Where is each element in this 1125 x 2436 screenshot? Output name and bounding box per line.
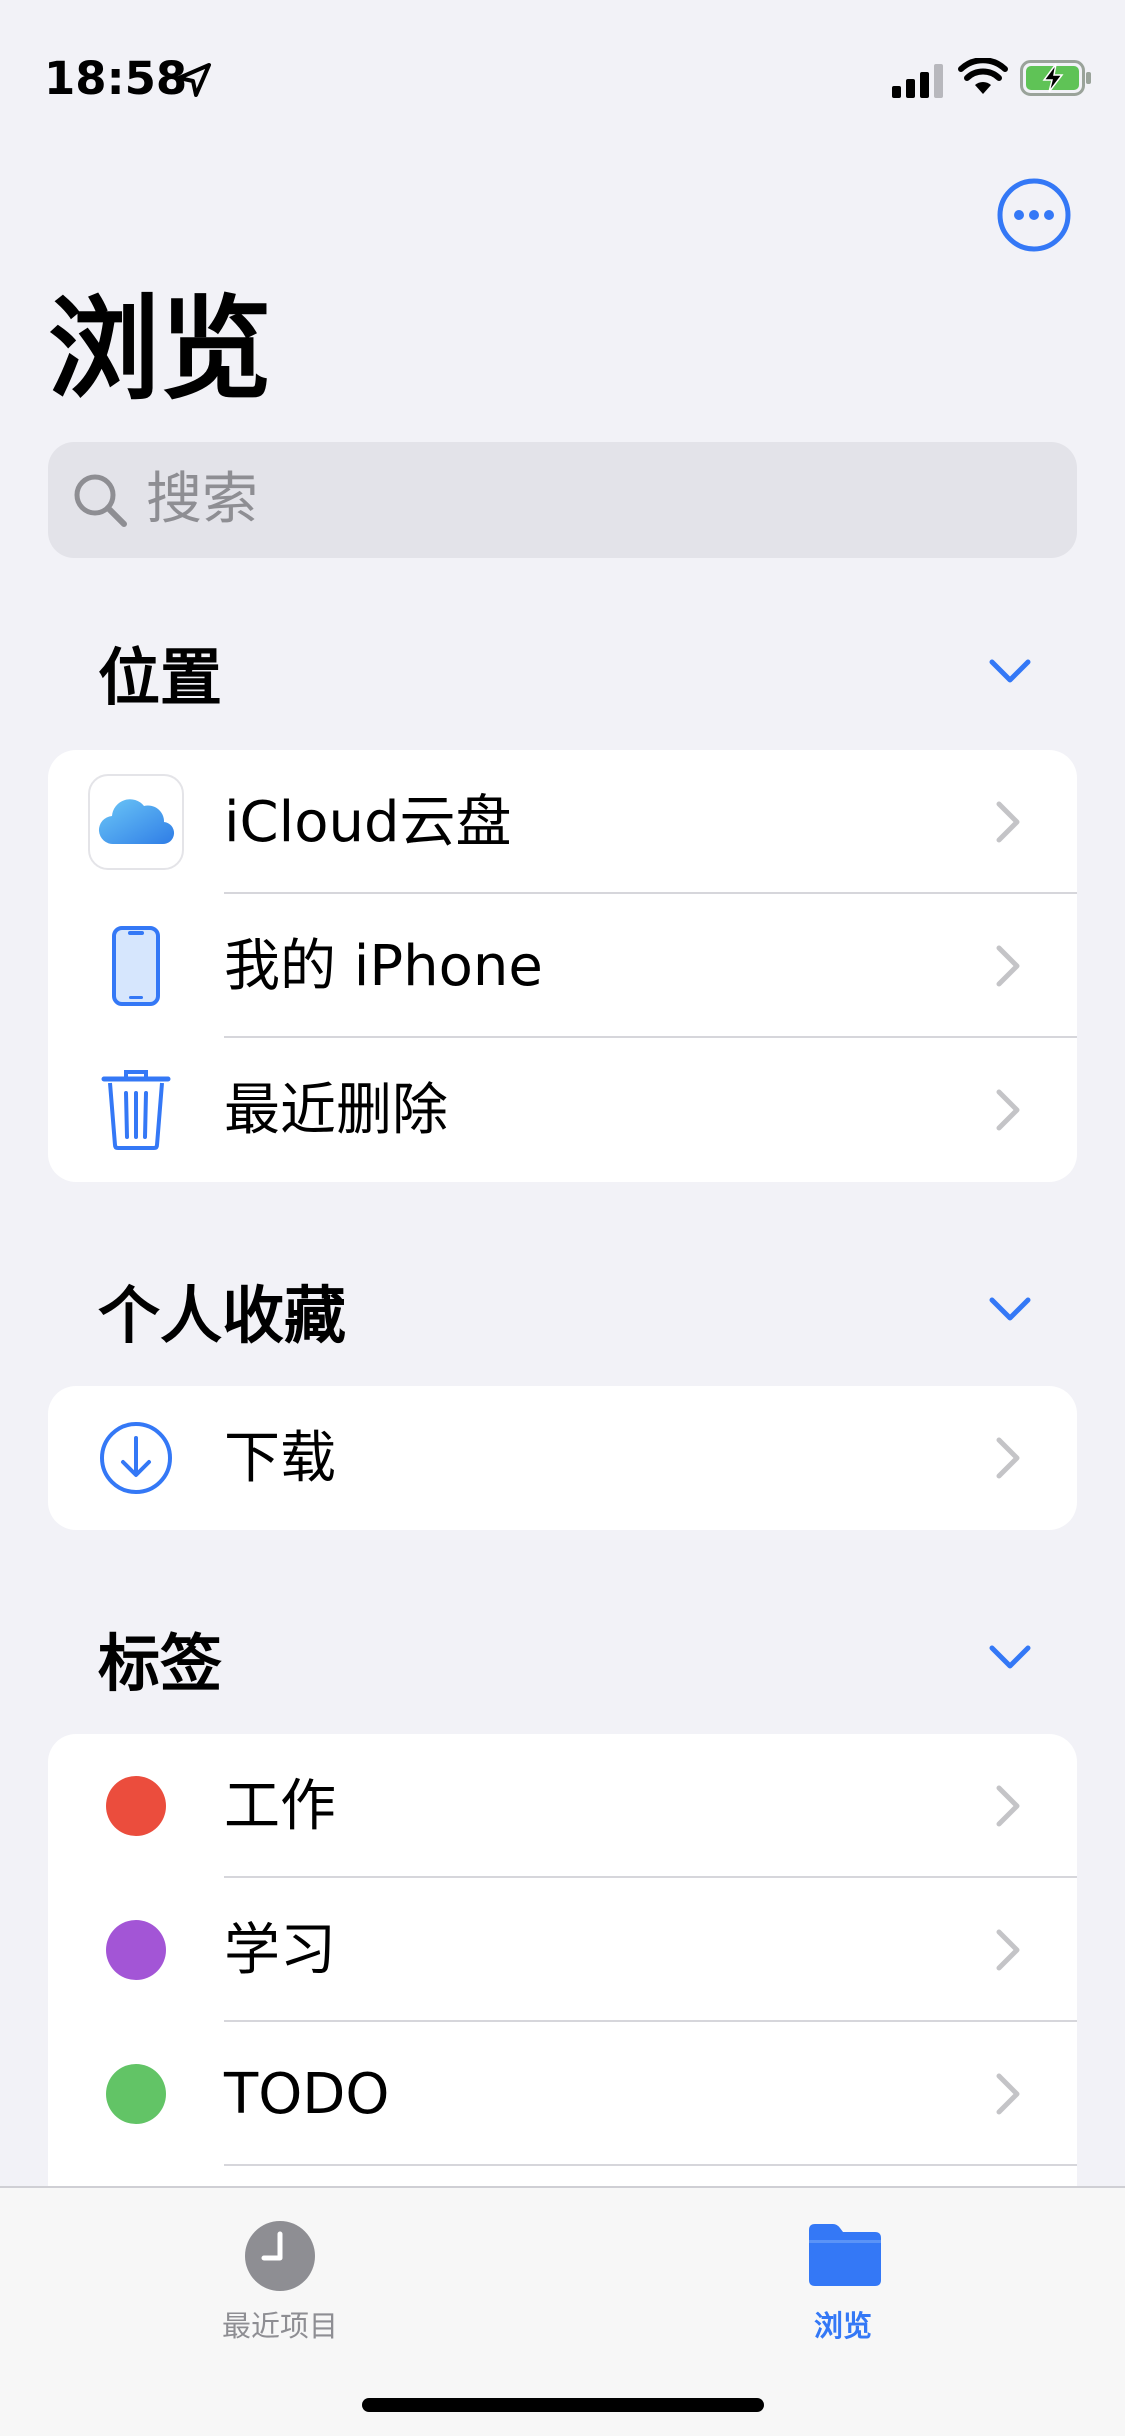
ellipsis-circle-icon: [997, 178, 1071, 252]
section-header-favorites[interactable]: 个人收藏: [48, 1270, 1077, 1360]
chevron-down-icon: [989, 1645, 1031, 1669]
folder-icon: [809, 2224, 881, 2286]
tab-label-recents: 最近项目: [221, 2309, 338, 2343]
tag-color-dot-work: [106, 1776, 166, 1836]
chevron-right-icon: [996, 801, 1020, 843]
favorites-list: 下载: [48, 1386, 1077, 1530]
tag-item-study[interactable]: 学习: [48, 1878, 1077, 2022]
tag-label-work: 工作: [224, 1774, 336, 1839]
status-time: 18:58: [44, 52, 188, 105]
location-label-icloud: iCloud云盘: [224, 790, 512, 855]
favorite-item-downloads[interactable]: 下载: [48, 1386, 1077, 1530]
more-options-button[interactable]: [996, 177, 1072, 253]
chevron-down-icon: [989, 1297, 1031, 1321]
chevron-right-icon: [996, 1785, 1020, 1827]
tag-color-dot-todo: [106, 2064, 166, 2124]
chevron-right-icon: [996, 1929, 1020, 1971]
clock-icon: [245, 2221, 315, 2291]
download-icon: [88, 1410, 184, 1506]
locations-list: iCloud云盘 我的 iPhone 最近删除: [48, 750, 1077, 1182]
tab-browse[interactable]: 浏览: [693, 2208, 993, 2348]
section-title-favorites: 个人收藏: [98, 1279, 347, 1352]
tag-color-cell: [88, 1902, 184, 1998]
location-arrow-icon: [177, 63, 211, 97]
location-item-icloud[interactable]: iCloud云盘: [48, 750, 1077, 894]
divider: [224, 2164, 1077, 2166]
chevron-right-icon: [996, 1089, 1020, 1131]
search-icon: [74, 474, 127, 527]
location-item-iphone[interactable]: 我的 iPhone: [48, 894, 1077, 1038]
iphone-icon: [88, 918, 184, 1014]
chevron-right-icon: [996, 2073, 1020, 2115]
tag-label-study: 学习: [224, 1918, 336, 1983]
tag-color-cell: [88, 1758, 184, 1854]
tab-recents[interactable]: 最近项目: [130, 2208, 430, 2348]
wifi-icon: [958, 58, 1008, 94]
battery-charging-icon: [1020, 60, 1091, 96]
tab-label-browse: 浏览: [813, 2309, 872, 2343]
files-app-screen: 18:58 浏览 搜索 位置 iCloud云盘 我的 iPhone 最近删除 个…: [0, 0, 1125, 2436]
chevron-right-icon: [996, 1437, 1020, 1479]
tag-color-dot-study: [106, 1920, 166, 1980]
page-title: 浏览: [48, 285, 272, 415]
tag-item-work[interactable]: 工作: [48, 1734, 1077, 1878]
chevron-right-icon: [996, 945, 1020, 987]
search-field[interactable]: 搜索: [48, 442, 1077, 558]
cellular-signal-icon: [892, 64, 943, 98]
tag-label-todo: TODO: [224, 2062, 390, 2127]
section-title-locations: 位置: [98, 641, 223, 714]
home-indicator: [362, 2398, 764, 2412]
favorite-label-downloads: 下载: [224, 1426, 336, 1491]
icloud-icon: [88, 774, 184, 870]
location-item-recently-deleted[interactable]: 最近删除: [48, 1038, 1077, 1182]
trash-icon: [88, 1062, 184, 1158]
location-label-iphone: 我的 iPhone: [224, 934, 543, 999]
tag-item-todo[interactable]: TODO: [48, 2022, 1077, 2166]
section-title-tags: 标签: [98, 1627, 223, 1700]
section-header-locations[interactable]: 位置: [48, 632, 1077, 722]
search-placeholder: 搜索: [146, 467, 258, 532]
tags-list: 工作 学习 TODO: [48, 1734, 1077, 2234]
section-header-tags[interactable]: 标签: [48, 1618, 1077, 1708]
location-label-recently-deleted: 最近删除: [224, 1078, 448, 1143]
chevron-down-icon: [989, 659, 1031, 683]
tag-color-cell: [88, 2046, 184, 2142]
status-bar: 18:58: [0, 0, 1125, 150]
